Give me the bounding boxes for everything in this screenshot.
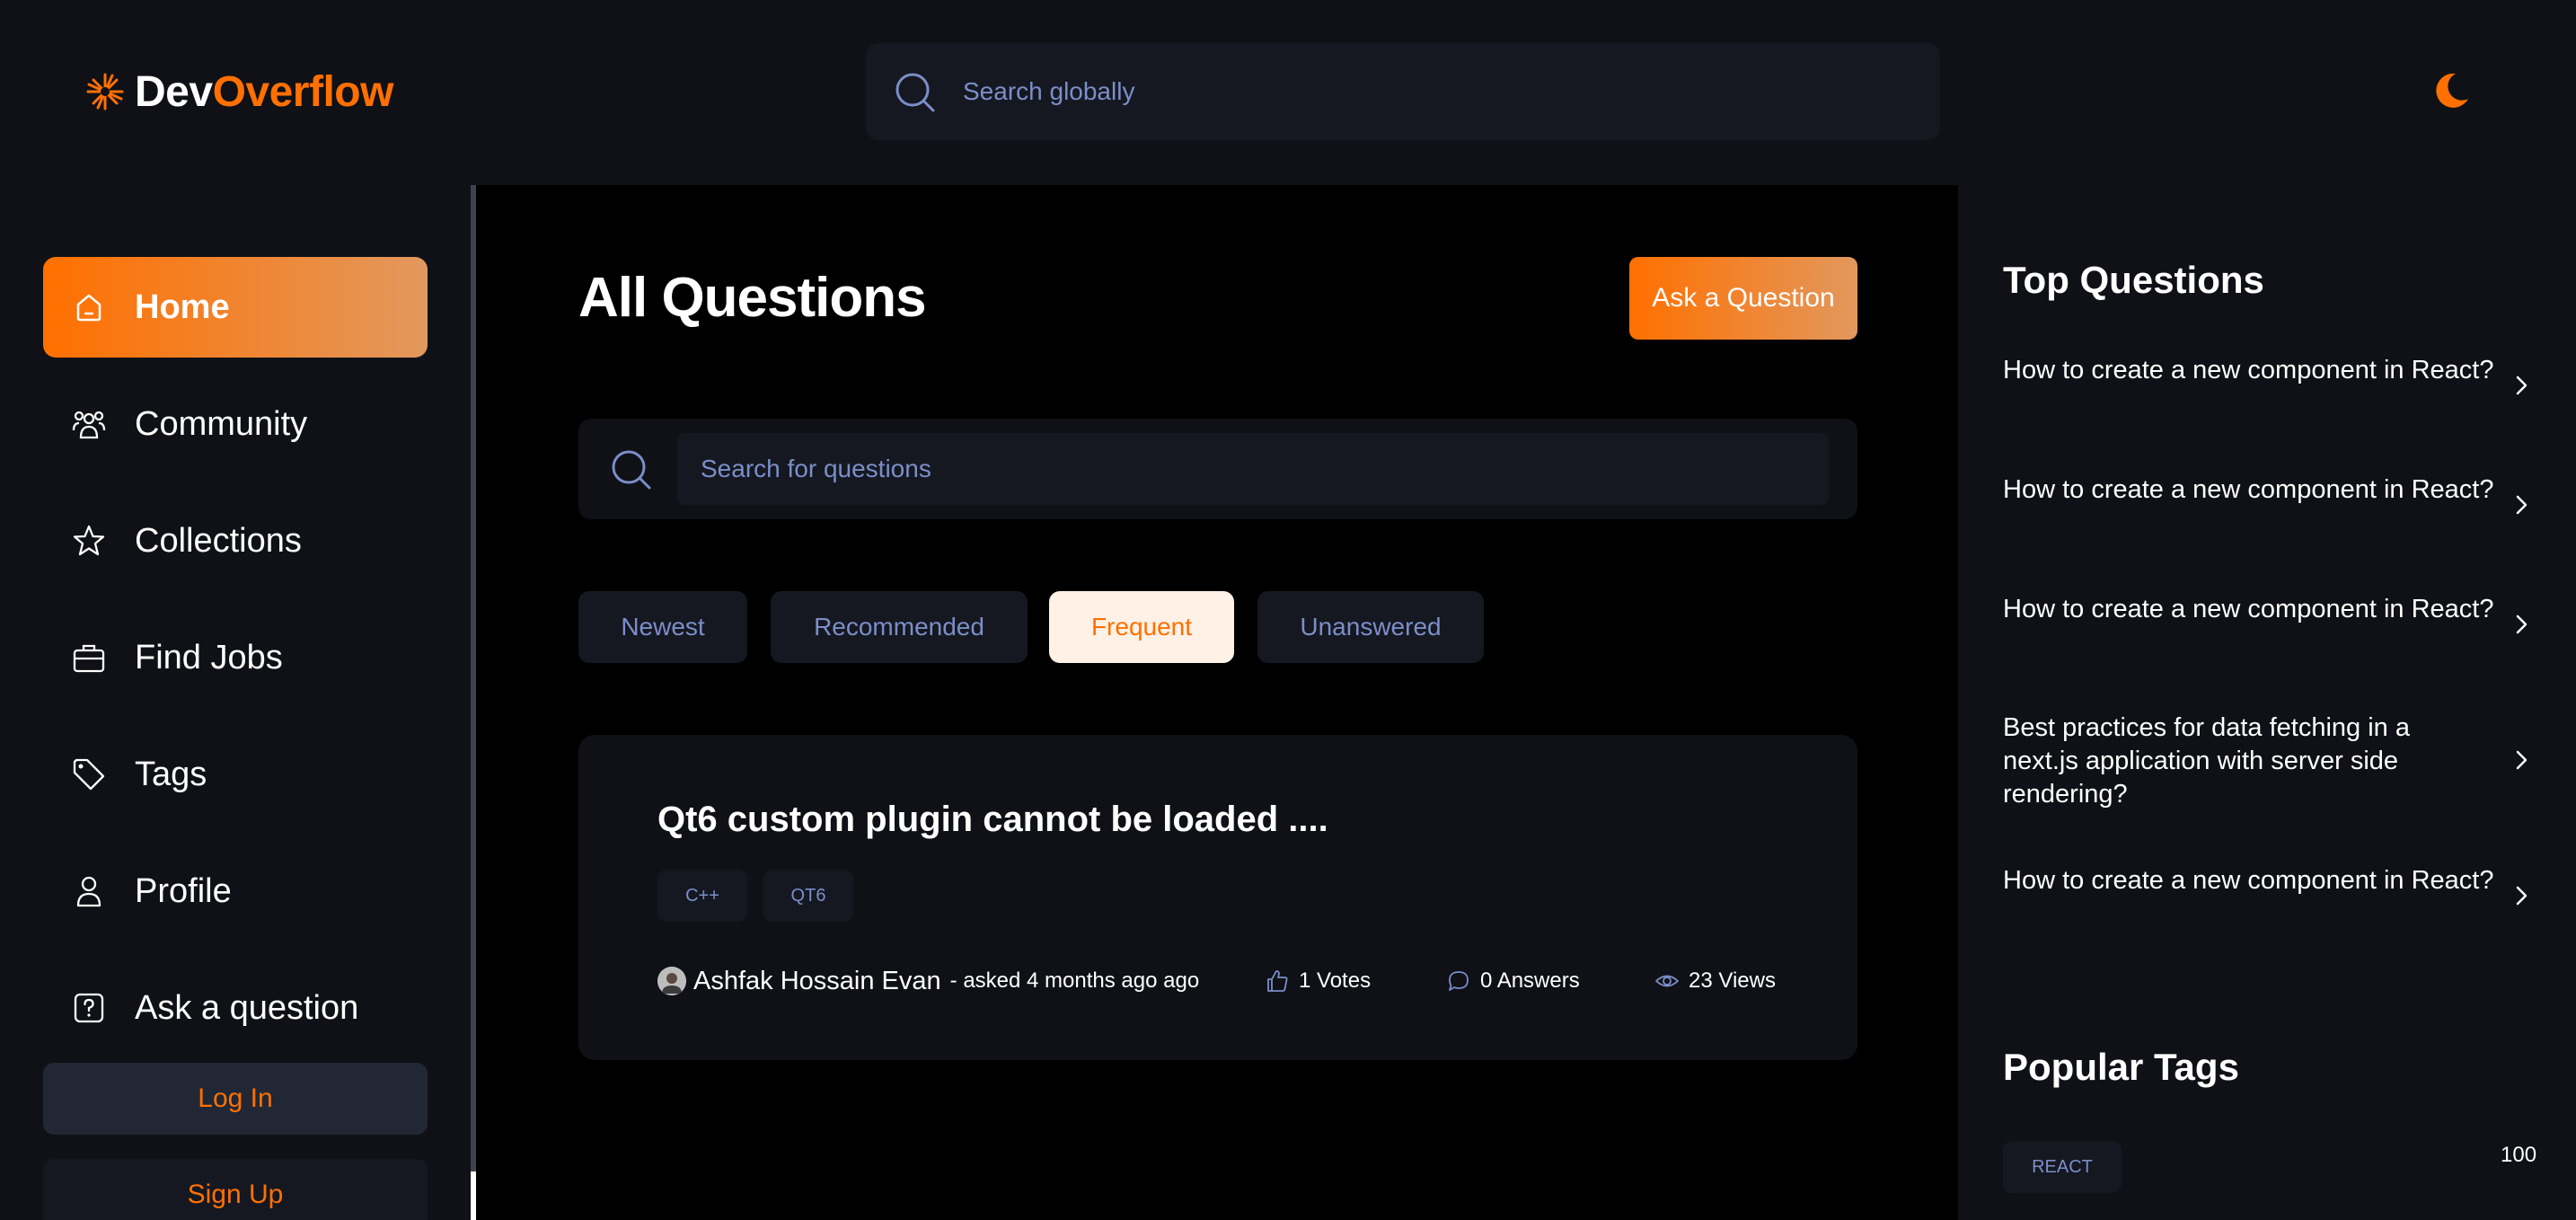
sidebar-item-label: Find Jobs: [135, 638, 283, 676]
author-name: Ashfak Hossain Evan: [693, 966, 941, 995]
login-button[interactable]: Log In: [43, 1063, 428, 1135]
search-icon: [895, 73, 935, 112]
sidebar-item-label: Collections: [135, 521, 302, 560]
sidebar-item-profile[interactable]: Profile: [43, 841, 428, 942]
answers-metric: 0 Answers: [1446, 963, 1580, 999]
tag-icon: [73, 758, 105, 791]
sidebar-item-tags[interactable]: Tags: [43, 724, 428, 825]
popular-tag[interactable]: REACT: [2003, 1141, 2122, 1193]
avatar-icon: [657, 967, 686, 995]
thumbs-up-icon: [1267, 970, 1288, 992]
user-icon: [76, 876, 101, 907]
chevron-right-icon[interactable]: [2508, 372, 2535, 399]
asked-time: - asked 4 months ago ago: [949, 968, 1200, 993]
home-icon: [76, 294, 101, 322]
top-question-item[interactable]: How to create a new component in React?: [2003, 593, 2533, 626]
sidebar-item-find-jobs[interactable]: Find Jobs: [43, 607, 428, 708]
filter-unanswered[interactable]: Unanswered: [1257, 591, 1484, 663]
global-search-input[interactable]: Search globally: [866, 43, 1940, 140]
votes-metric: 1 Votes: [1265, 963, 1371, 999]
filter-frequent[interactable]: Frequent: [1049, 591, 1234, 663]
sidebar-item-collections[interactable]: Collections: [43, 491, 428, 591]
answers-count: 0 Answers: [1480, 968, 1580, 993]
sidebar-item-home[interactable]: Home: [43, 257, 428, 358]
top-question-item[interactable]: How to create a new component in React?: [2003, 864, 2533, 897]
sidebar-item-ask-a-question[interactable]: Ask a question: [43, 958, 428, 1058]
views-metric: 23 Views: [1654, 963, 1776, 999]
top-question-item[interactable]: How to create a new component in React?: [2003, 473, 2533, 507]
top-question-item[interactable]: How to create a new component in React?: [2003, 354, 2533, 387]
logo-text-dev: Dev: [135, 67, 213, 116]
question-icon: [74, 993, 104, 1023]
question-tag[interactable]: C++: [657, 870, 747, 922]
signup-button[interactable]: Sign Up: [43, 1159, 428, 1220]
sidebar-item-label: Home: [135, 287, 230, 326]
views-count: 23 Views: [1689, 968, 1776, 993]
question-search-placeholder: Search for questions: [701, 455, 931, 482]
chevron-right-icon[interactable]: [2508, 747, 2535, 774]
top-questions-heading: Top Questions: [2003, 259, 2264, 301]
sidebar-scrollbar[interactable]: [471, 185, 476, 1220]
logo-text-overflow: Overflow: [212, 67, 394, 116]
chevron-right-icon[interactable]: [2508, 491, 2535, 518]
popular-tags-heading: Popular Tags: [2003, 1046, 2239, 1088]
ask-question-button[interactable]: Ask a Question: [1629, 257, 1857, 340]
logo-icon: [86, 73, 124, 111]
chevron-right-icon[interactable]: [2508, 882, 2535, 909]
search-icon: [612, 450, 651, 490]
question-search-bar[interactable]: Search for questions: [578, 419, 1857, 519]
avatar: [657, 967, 686, 995]
filter-newest[interactable]: Newest: [578, 591, 747, 663]
sidebar-scrollbar-thumb[interactable]: [471, 1171, 476, 1220]
question-search-input[interactable]: Search for questions: [677, 433, 1829, 505]
briefcase-icon: [73, 644, 105, 673]
star-icon: [73, 525, 105, 556]
popular-tag-count: 100: [2501, 1143, 2537, 1167]
moon-icon[interactable]: [2429, 68, 2474, 113]
logo[interactable]: DevOverflow: [84, 65, 393, 119]
sidebar-item-label: Profile: [135, 871, 232, 910]
chevron-right-icon[interactable]: [2508, 611, 2535, 638]
question-card: Qt6 custom plugin cannot be loaded .... …: [578, 735, 1857, 1060]
sidebar-item-label: Community: [135, 404, 308, 443]
filter-recommended[interactable]: Recommended: [771, 591, 1028, 663]
question-author[interactable]: Ashfak Hossain Evan - asked 4 months ago…: [657, 963, 1199, 999]
users-icon: [72, 411, 106, 439]
eye-icon: [1655, 975, 1679, 987]
message-icon: [1449, 971, 1469, 991]
question-title[interactable]: Qt6 custom plugin cannot be loaded ....: [657, 800, 1328, 840]
sidebar-item-community[interactable]: Community: [43, 374, 428, 474]
sidebar-item-label: Tags: [135, 755, 207, 793]
top-question-item[interactable]: Best practices for data fetching in a ne…: [2003, 712, 2425, 811]
global-search-placeholder: Search globally: [963, 77, 1135, 105]
page-title: All Questions: [578, 267, 927, 329]
votes-count: 1 Votes: [1299, 968, 1372, 993]
question-tag[interactable]: QT6: [763, 870, 853, 922]
sidebar-item-label: Ask a question: [135, 988, 359, 1027]
